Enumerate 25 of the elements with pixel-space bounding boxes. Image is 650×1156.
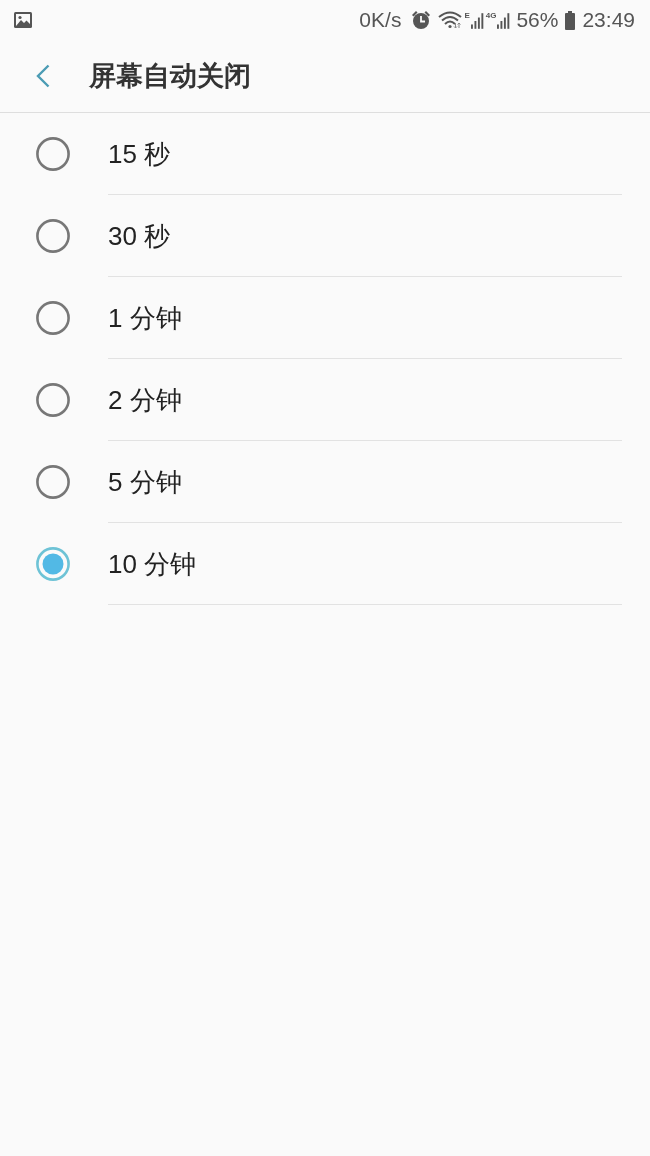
wifi-icon xyxy=(438,11,463,29)
image-icon xyxy=(14,12,32,28)
radio-button[interactable] xyxy=(36,219,70,253)
option-label[interactable]: 1 分钟 xyxy=(108,301,182,334)
battery-percent: 56% xyxy=(516,8,559,32)
signal-bars-icon xyxy=(470,13,484,29)
radio-button[interactable] xyxy=(36,465,70,499)
network-speed: 0K/s xyxy=(359,8,402,32)
radio-button[interactable] xyxy=(36,547,70,581)
option-label[interactable]: 15 秒 xyxy=(108,137,171,170)
network-type-label: E xyxy=(464,11,470,20)
signal-bars-icon xyxy=(497,13,511,29)
option-label[interactable]: 5 分钟 xyxy=(108,465,182,498)
clock-time: 23:49 xyxy=(582,8,635,32)
option-label[interactable]: 30 秒 xyxy=(108,219,171,252)
option-label[interactable]: 2 分钟 xyxy=(108,383,182,416)
radio-button[interactable] xyxy=(36,137,70,171)
battery-icon xyxy=(565,10,576,30)
page-title: 屏幕自动关闭 xyxy=(89,60,251,93)
network-type-label: 4G xyxy=(485,11,497,20)
radio-button[interactable] xyxy=(36,301,70,335)
option-label[interactable]: 10 分钟 xyxy=(108,547,197,580)
radio-button[interactable] xyxy=(36,383,70,417)
alarm-clock-icon xyxy=(411,10,432,30)
back-icon[interactable] xyxy=(36,64,50,88)
